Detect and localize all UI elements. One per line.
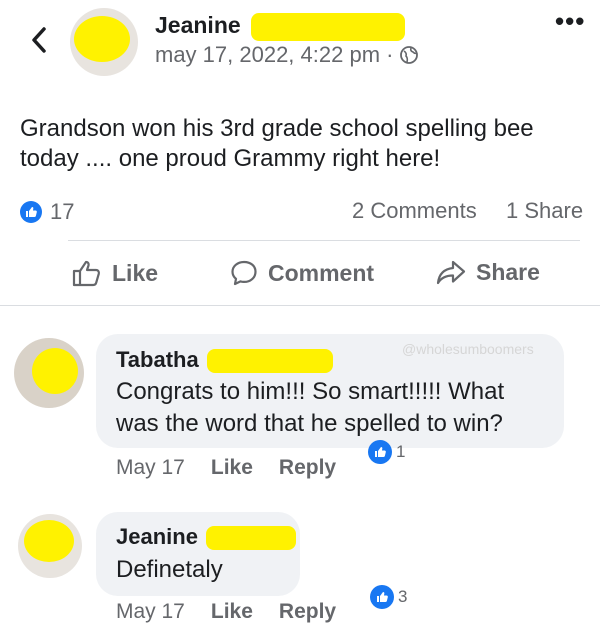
- post-author-name: Jeanine: [155, 12, 241, 38]
- reaction-count: 1: [396, 442, 406, 461]
- name-redaction: [251, 12, 406, 41]
- comment-text: Congrats to him!!! So smart!!!!! What wa…: [116, 378, 505, 437]
- share-label: Share: [476, 259, 540, 285]
- back-button[interactable]: [24, 22, 54, 58]
- comment-author-name: Jeanine: [116, 524, 198, 549]
- post-author[interactable]: Jeanine: [155, 12, 406, 41]
- section-divider: [0, 305, 600, 306]
- name-redaction: [206, 349, 333, 374]
- thumbs-up-icon: [72, 260, 101, 287]
- post-text: Grandson won his 3rd grade school spelli…: [20, 115, 534, 172]
- comment-date[interactable]: May 17: [116, 456, 185, 480]
- comment-button[interactable]: Comment: [230, 259, 374, 287]
- post-meta: may 17, 2022, 4:22 pm ·: [155, 42, 419, 68]
- comments-count[interactable]: 2 Comments: [352, 198, 477, 224]
- reaction-count: 3: [398, 587, 408, 606]
- divider: [68, 240, 580, 241]
- comment-like-button[interactable]: Like: [211, 456, 253, 480]
- name-redaction: [206, 526, 297, 551]
- comment-author[interactable]: Tabatha: [116, 347, 333, 374]
- like-button[interactable]: Like: [72, 259, 158, 287]
- watermark: @wholesumboomers: [402, 341, 534, 357]
- chevron-left-icon: [32, 27, 46, 53]
- comment-like-button[interactable]: Like: [211, 600, 253, 624]
- like-reaction-icon: [370, 585, 394, 609]
- comment-meta: May 17 Like Reply: [116, 456, 336, 480]
- comment-reply-button[interactable]: Reply: [279, 456, 336, 480]
- author-avatar[interactable]: [70, 8, 138, 76]
- like-reaction-icon: [368, 440, 392, 464]
- like-reaction-icon: [20, 201, 42, 223]
- comment-reactions[interactable]: 1: [368, 440, 405, 464]
- comment-reactions[interactable]: 3: [370, 585, 407, 609]
- post-timestamp[interactable]: may 17, 2022, 4:22 pm ·: [155, 42, 393, 68]
- comment-author-name: Tabatha: [116, 347, 199, 372]
- comment-label: Comment: [268, 259, 375, 286]
- like-label: Like: [112, 259, 159, 286]
- reaction-count: 17: [50, 199, 75, 224]
- shares-count[interactable]: 1 Share: [506, 198, 583, 224]
- globe-icon: [400, 46, 419, 64]
- share-arrow-icon: [436, 260, 466, 284]
- comment-text: Definetaly: [116, 556, 223, 583]
- comment-date[interactable]: May 17: [116, 600, 185, 624]
- comment-icon: [231, 260, 257, 286]
- comment-reply-button[interactable]: Reply: [279, 600, 336, 624]
- commenter-avatar[interactable]: [14, 338, 84, 408]
- commenter-avatar[interactable]: [18, 514, 82, 578]
- share-button[interactable]: Share: [436, 259, 540, 286]
- more-options-button[interactable]: •••: [555, 6, 585, 37]
- comment-meta: May 17 Like Reply: [116, 600, 336, 624]
- reaction-summary[interactable]: 17: [20, 199, 74, 225]
- comment-author[interactable]: Jeanine: [116, 524, 297, 551]
